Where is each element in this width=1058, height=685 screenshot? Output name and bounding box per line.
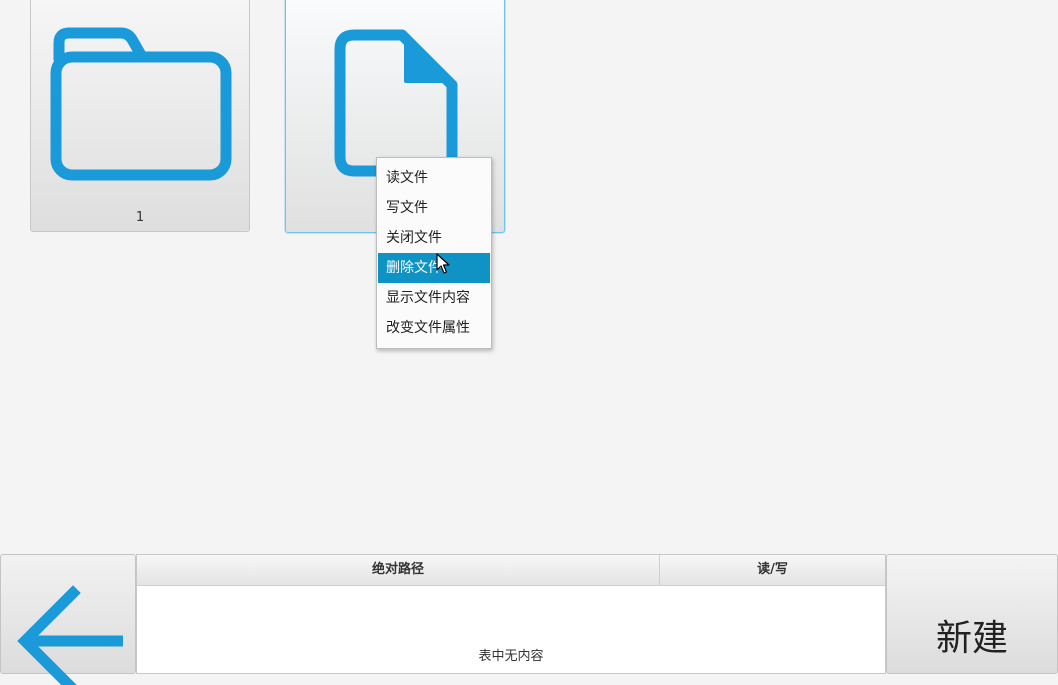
mouse-cursor-icon (436, 253, 450, 274)
menu-item-read-file[interactable]: 读文件 (378, 163, 490, 193)
table-header: 绝对路径 读/写 (137, 555, 885, 586)
new-button-label: 新建 (935, 618, 1008, 659)
context-menu: 读文件 写文件 关闭文件 删除文件 显示文件内容 改变文件属性 (376, 157, 492, 349)
column-header-path[interactable]: 绝对路径 (137, 555, 660, 585)
menu-item-show-content[interactable]: 显示文件内容 (378, 283, 490, 313)
menu-item-delete-file[interactable]: 删除文件 (378, 253, 490, 283)
back-button[interactable] (0, 554, 136, 685)
folder-label: 1 (135, 210, 145, 225)
column-header-read-write[interactable]: 读/写 (660, 555, 885, 585)
arrow-left-icon (17, 585, 123, 685)
menu-item-close-file[interactable]: 关闭文件 (378, 223, 490, 253)
open-files-table: 绝对路径 读/写 表中无内容 (136, 554, 886, 674)
menu-item-change-attributes[interactable]: 改变文件属性 (378, 313, 490, 343)
folder-tile[interactable]: 1 (30, 0, 250, 232)
menu-item-write-file[interactable]: 写文件 (378, 193, 490, 223)
table-empty-placeholder: 表中无内容 (478, 649, 544, 664)
new-button[interactable]: 新建 (886, 554, 1058, 674)
folder-icon (50, 27, 232, 181)
